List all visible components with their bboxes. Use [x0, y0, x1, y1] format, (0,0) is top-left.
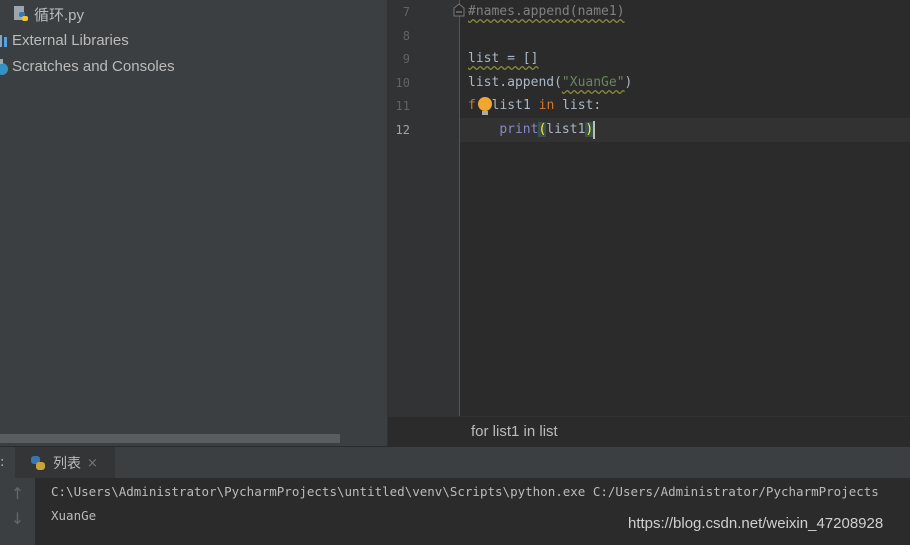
tree-item-scratches[interactable]: Scratches and Consoles: [0, 54, 175, 78]
fold-icon[interactable]: [452, 3, 466, 17]
watermark: https://blog.csdn.net/weixin_47208928: [628, 515, 884, 532]
line-number: 10: [395, 76, 410, 90]
text-caret: [593, 120, 596, 139]
line-number: 7: [402, 5, 410, 19]
down-arrow-icon[interactable]: ↓: [0, 509, 35, 528]
code-editor[interactable]: 7 8 9 10 11 12 #names.append(name1) list…: [388, 0, 910, 416]
tree-item-file[interactable]: 循环.py: [12, 2, 84, 26]
horizontal-scrollbar[interactable]: [0, 434, 340, 443]
console-output[interactable]: C:\Users\Administrator\PycharmProjects\u…: [35, 478, 910, 545]
console-line: XuanGe: [51, 508, 97, 523]
breadcrumb[interactable]: for list1 in list: [388, 416, 910, 446]
run-label: :: [0, 455, 5, 470]
library-icon: [0, 35, 7, 47]
code-line-9: list = []: [468, 51, 539, 66]
line-number: 9: [402, 52, 410, 66]
tree-item-label: External Libraries: [12, 31, 129, 49]
line-number: 12: [395, 123, 410, 137]
up-arrow-icon[interactable]: ↑: [0, 484, 35, 503]
scratches-icon: [0, 59, 8, 75]
line-number: 8: [402, 29, 410, 43]
gutter: 7 8 9 10 11 12: [388, 0, 465, 416]
run-toolbar: ↑ ↓: [0, 478, 35, 545]
close-icon[interactable]: ×: [87, 456, 98, 471]
console-line: C:\Users\Administrator\PycharmProjects\u…: [51, 484, 879, 499]
tab-run-config[interactable]: 列表 ×: [15, 447, 115, 479]
code-line-10: list.append("XuanGe"): [468, 75, 633, 90]
code-line-7: #names.append(name1): [468, 4, 625, 19]
lightbulb-icon[interactable]: [476, 96, 494, 118]
tree-item-label: Scratches and Consoles: [12, 57, 175, 75]
tab-label: 列表: [53, 456, 81, 472]
line-number: 11: [395, 99, 410, 113]
python-file-icon: [14, 6, 28, 21]
python-icon: [31, 456, 45, 470]
project-tree-panel: 循环.py External Libraries Scratches and C…: [0, 0, 388, 446]
code-line-12: print(list1): [499, 120, 596, 139]
run-tool-window-tabs: : 列表 ×: [0, 446, 910, 479]
tree-item-label: 循环.py: [34, 6, 85, 24]
tree-item-external-libraries[interactable]: External Libraries: [0, 28, 129, 52]
